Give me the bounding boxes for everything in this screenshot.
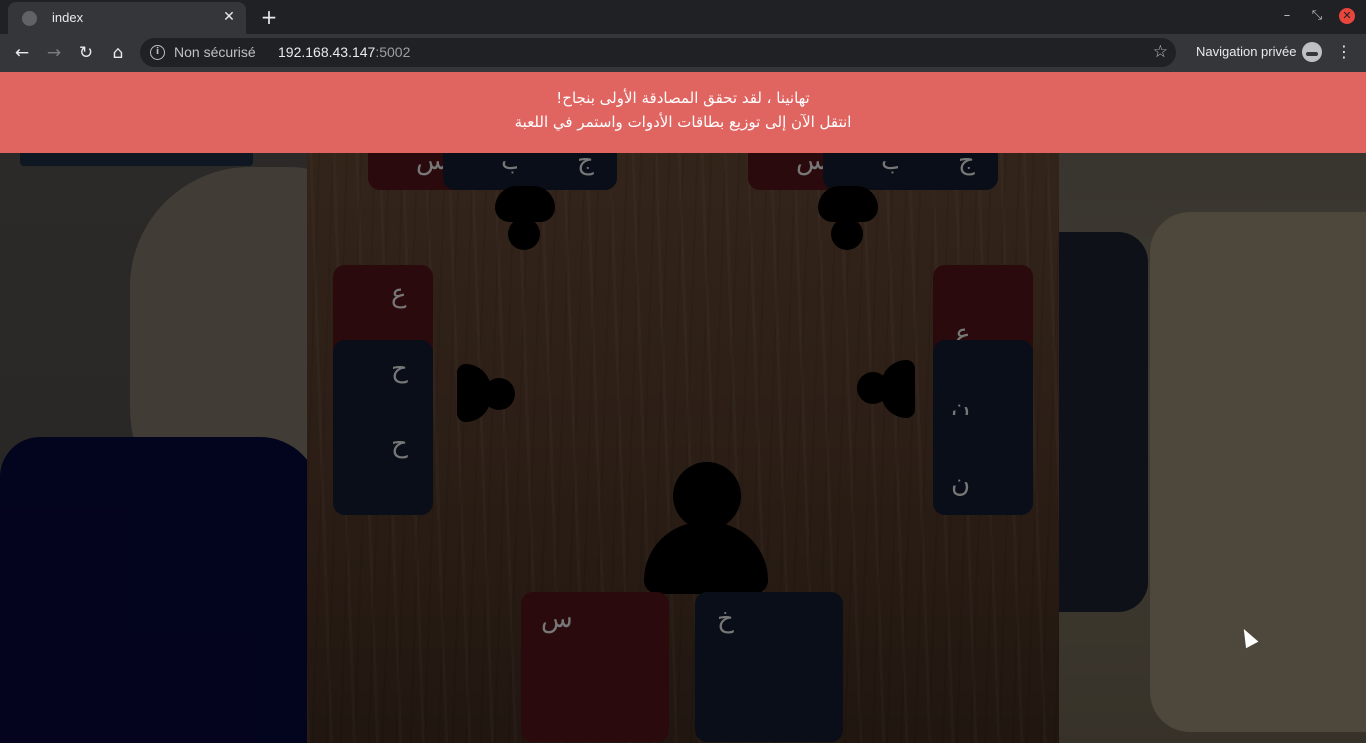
forward-arrow-icon[interactable]: →	[43, 42, 65, 64]
minimize-icon[interactable]: –	[1277, 6, 1297, 26]
background-figure-right	[1150, 212, 1366, 732]
globe-icon	[22, 11, 37, 26]
card-letter: ع	[391, 279, 407, 309]
browser-tab[interactable]: index ✕	[8, 2, 246, 34]
reload-icon[interactable]: ↻	[75, 42, 97, 64]
background-dark-panel	[1058, 232, 1148, 612]
card-letter: ن	[951, 469, 971, 499]
notification-line-1: تهانينا ، لقد تحقق المصادقة الأولى بنجاح…	[556, 89, 810, 107]
player-avatar-head	[673, 462, 741, 530]
background-water	[0, 437, 320, 743]
new-tab-icon[interactable]: +	[258, 6, 280, 28]
home-icon[interactable]: ⌂	[107, 42, 129, 64]
card-letter: خ	[717, 604, 734, 634]
tab-title: index	[52, 10, 84, 25]
player-card[interactable]: خ	[695, 592, 843, 742]
opponent-avatar-top-left	[495, 186, 555, 222]
menu-icon[interactable]: ⋮	[1336, 42, 1352, 62]
opponent-avatar-head	[508, 218, 540, 250]
opponent-card: ح	[333, 415, 433, 515]
notification-banner: تهانينا ، لقد تحقق المصادقة الأولى بنجاح…	[0, 72, 1366, 153]
card-letter: ح	[391, 354, 408, 384]
incognito-icon[interactable]	[1302, 42, 1322, 62]
back-arrow-icon[interactable]: ←	[11, 42, 33, 64]
url-text[interactable]: 192.168.43.147:5002	[278, 44, 410, 60]
star-icon[interactable]: ☆	[1153, 42, 1168, 62]
opponent-avatar-top-right	[818, 186, 878, 222]
card-letter: س	[541, 604, 573, 634]
restore-icon[interactable]: ⤡	[1307, 6, 1327, 26]
player-avatar-body	[644, 522, 768, 594]
game-board: س ب ج س ب ج ع ح ح ع ن ن س خ	[307, 72, 1059, 743]
info-icon[interactable]: i	[150, 45, 165, 60]
notification-line-2: انتقل الآن إلى توزيع بطاقات الأدوات واست…	[514, 113, 852, 131]
player-card[interactable]: س	[521, 592, 669, 742]
browser-tab-strip: index ✕ + – ⤡ ✕	[0, 0, 1366, 34]
address-bar[interactable]: i Non sécurisé 192.168.43.147:5002 ☆	[140, 38, 1176, 67]
browser-toolbar: ← → ↻ ⌂ i Non sécurisé 192.168.43.147:50…	[0, 34, 1366, 72]
card-letter: ح	[391, 429, 408, 459]
opponent-avatar-head	[483, 378, 515, 410]
url-port: :5002	[375, 44, 411, 60]
close-icon[interactable]: ✕	[220, 8, 238, 26]
opponent-avatar-head	[857, 372, 889, 404]
page-viewport: س ب ج س ب ج ع ح ح ع ن ن س خ تهانينا ، لق…	[0, 72, 1366, 743]
url-host: 192.168.43.147	[278, 44, 376, 60]
incognito-label: Navigation privée	[1196, 44, 1297, 59]
opponent-card: ن	[933, 415, 1033, 515]
window-close-icon[interactable]: ✕	[1339, 8, 1355, 24]
security-label: Non sécurisé	[174, 44, 256, 60]
opponent-avatar-head	[831, 218, 863, 250]
